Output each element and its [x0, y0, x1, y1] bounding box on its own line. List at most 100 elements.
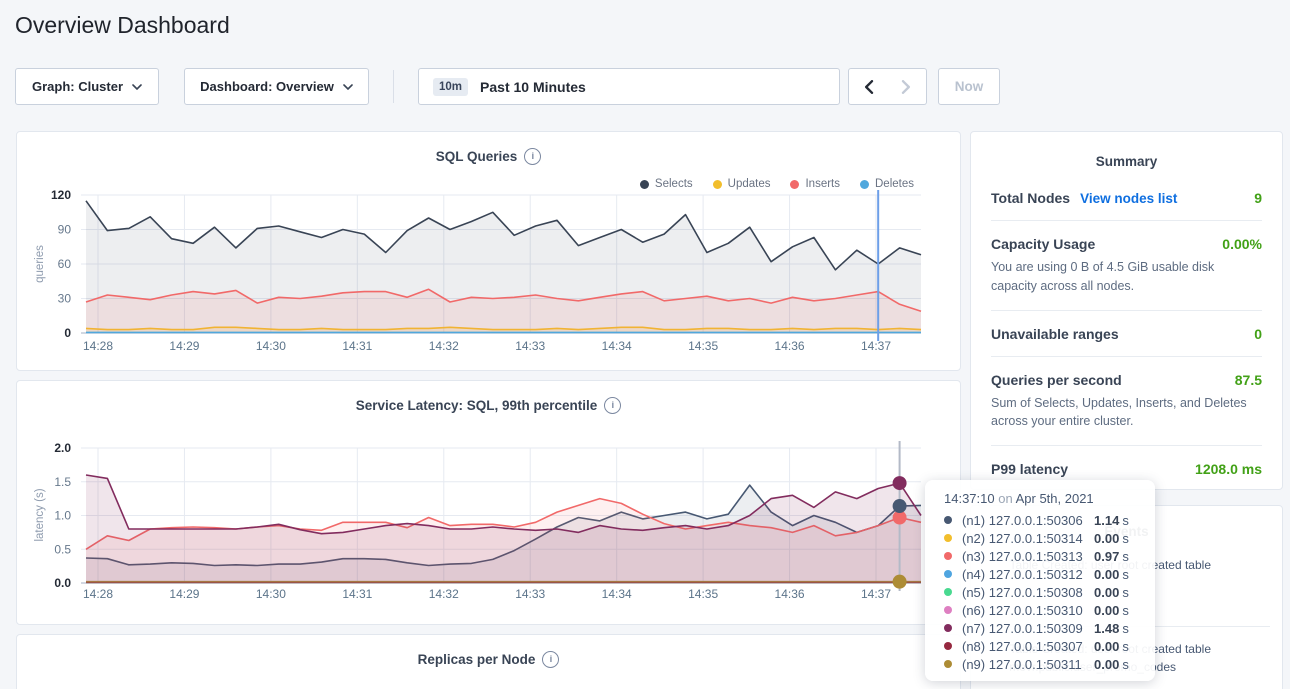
node-color-dot: [944, 624, 952, 632]
node-latency-unit: s: [1122, 567, 1129, 582]
legend-label: Deletes: [875, 178, 914, 190]
dashboard-dropdown[interactable]: Dashboard: Overview: [184, 68, 369, 105]
x-tick-label: 14:36: [775, 339, 805, 353]
y-tick-label: 1.5: [54, 475, 71, 489]
node-latency-unit: s: [1122, 621, 1129, 636]
chevron-right-icon: [901, 80, 912, 94]
legend-label: Updates: [728, 178, 771, 190]
chart-legend: Selects Updates Inserts Deletes: [640, 178, 914, 190]
node-color-dot: [944, 552, 952, 560]
sql-queries-chart[interactable]: 14:2814:2914:3014:3114:3214:3314:3414:35…: [31, 190, 951, 362]
x-tick-label: 14:31: [342, 587, 372, 601]
tooltip-node-row: (n6) 127.0.0.1:503100.00s: [944, 601, 1155, 619]
tooltip-node-row: (n8) 127.0.0.1:503070.00s: [944, 637, 1155, 655]
legend-dot: [713, 180, 722, 189]
summary-metric: Queries per second 87.5 Sum of Selects, Up…: [991, 356, 1262, 446]
legend-item-updates[interactable]: Updates: [713, 178, 771, 190]
node-color-dot: [944, 516, 952, 524]
tooltip-date: Apr 5th, 2021: [1016, 491, 1094, 506]
tooltip-node-row: (n1) 127.0.0.1:503061.14s: [944, 511, 1155, 529]
x-tick-label: 14:34: [602, 587, 632, 601]
metric-label: P99 latency: [991, 461, 1068, 477]
y-tick-label: 0.5: [54, 542, 71, 556]
metric-value: 0: [1254, 326, 1262, 342]
info-icon[interactable]: i: [524, 148, 541, 165]
node-latency-value: 0.00: [1094, 603, 1119, 618]
metric-label: Queries per second: [991, 372, 1122, 388]
hover-dot: [893, 575, 907, 589]
node-address: (n2) 127.0.0.1:50314: [962, 531, 1094, 546]
info-icon[interactable]: i: [604, 397, 621, 414]
legend-dot: [860, 180, 869, 189]
y-axis-label: queries: [34, 245, 46, 283]
metric-label: Unavailable ranges: [991, 326, 1119, 342]
chart-title-text: Replicas per Node: [418, 652, 536, 667]
time-prev-button[interactable]: [848, 68, 888, 105]
toolbar-divider: [393, 70, 394, 103]
tooltip-timestamp: 14:37:10 on Apr 5th, 2021: [944, 491, 1155, 506]
chart-hover-tooltip: 14:37:10 on Apr 5th, 2021 (n1) 127.0.0.1…: [925, 480, 1155, 681]
time-range-dropdown[interactable]: 10m Past 10 Minutes: [418, 68, 840, 105]
summary-panel: Summary Total NodesView nodes list9Capac…: [970, 131, 1283, 490]
view-nodes-list-link[interactable]: View nodes list: [1080, 191, 1177, 206]
summary-metric: Capacity Usage0.00%You are using 0 B of …: [991, 220, 1262, 310]
node-color-dot: [944, 642, 952, 650]
x-tick-label: 14:37: [861, 339, 891, 353]
node-address: (n1) 127.0.0.1:50306: [962, 513, 1094, 528]
metric-description: You are using 0 B of 4.5 GiB usable disk…: [991, 258, 1262, 296]
node-address: (n8) 127.0.0.1:50307: [962, 639, 1094, 654]
chevron-down-icon: [343, 84, 353, 90]
legend-item-selects[interactable]: Selects: [640, 178, 693, 190]
x-tick-label: 14:28: [83, 339, 113, 353]
graph-dropdown-label: Graph: Cluster: [32, 79, 123, 94]
node-address: (n7) 127.0.0.1:50309: [962, 621, 1094, 636]
chart-title-text: SQL Queries: [436, 149, 518, 164]
sql-queries-card: SQL Queries i Selects Updates Inserts Delet…: [16, 131, 961, 371]
time-next-button[interactable]: [887, 68, 927, 105]
service-latency-chart[interactable]: 14:2814:2914:3014:3114:3214:3314:3414:35…: [31, 441, 951, 611]
x-tick-label: 14:33: [515, 587, 545, 601]
x-tick-label: 14:32: [429, 339, 459, 353]
y-tick-label: 30: [58, 292, 72, 306]
node-latency-unit: s: [1122, 585, 1129, 600]
node-latency-unit: s: [1122, 603, 1129, 618]
hover-dot: [893, 499, 907, 513]
node-latency-unit: s: [1122, 531, 1129, 546]
dashboard-dropdown-label: Dashboard: Overview: [200, 79, 334, 94]
service-latency-card: Service Latency: SQL, 99th percentile i …: [16, 380, 961, 625]
info-icon[interactable]: i: [542, 651, 559, 668]
time-range-badge: 10m: [433, 78, 468, 96]
metric-value: 9: [1254, 190, 1262, 206]
legend-item-deletes[interactable]: Deletes: [860, 178, 914, 190]
time-now-button[interactable]: Now: [938, 68, 1000, 105]
y-tick-label: 1.0: [54, 509, 71, 523]
summary-metrics: Total Nodes View nodes list 9 Capacity Usag…: [971, 169, 1282, 491]
replicas-per-node-card: Replicas per Node i: [16, 634, 961, 689]
x-tick-label: 14:29: [169, 587, 199, 601]
sql-queries-title: SQL Queries i: [17, 148, 960, 165]
x-tick-label: 14:34: [602, 339, 632, 353]
metric-label: Capacity Usage: [991, 236, 1095, 252]
x-tick-label: 14:36: [775, 587, 805, 601]
legend-dot: [790, 180, 799, 189]
chevron-left-icon: [863, 80, 874, 94]
x-tick-label: 14:29: [169, 339, 199, 353]
tooltip-node-row: (n5) 127.0.0.1:503080.00s: [944, 583, 1155, 601]
metric-description: Sum of Selects, Updates, Inserts, and De…: [991, 394, 1262, 432]
node-latency-value: 0.00: [1094, 657, 1119, 672]
tooltip-on: on: [998, 491, 1012, 506]
x-tick-label: 14:35: [688, 587, 718, 601]
legend-item-inserts[interactable]: Inserts: [790, 178, 840, 190]
chevron-down-icon: [132, 84, 142, 90]
x-tick-label: 14:32: [429, 587, 459, 601]
node-address: (n6) 127.0.0.1:50310: [962, 603, 1094, 618]
node-color-dot: [944, 606, 952, 614]
metric-label: Total Nodes: [991, 190, 1070, 206]
x-tick-label: 14:33: [515, 339, 545, 353]
chart-title-text: Service Latency: SQL, 99th percentile: [356, 398, 598, 413]
replicas-per-node-title: Replicas per Node i: [17, 651, 960, 668]
metric-value: 87.5: [1235, 372, 1262, 388]
node-latency-value: 1.14: [1094, 513, 1119, 528]
tooltip-node-row: (n3) 127.0.0.1:503130.97s: [944, 547, 1155, 565]
graph-dropdown[interactable]: Graph: Cluster: [15, 68, 159, 105]
